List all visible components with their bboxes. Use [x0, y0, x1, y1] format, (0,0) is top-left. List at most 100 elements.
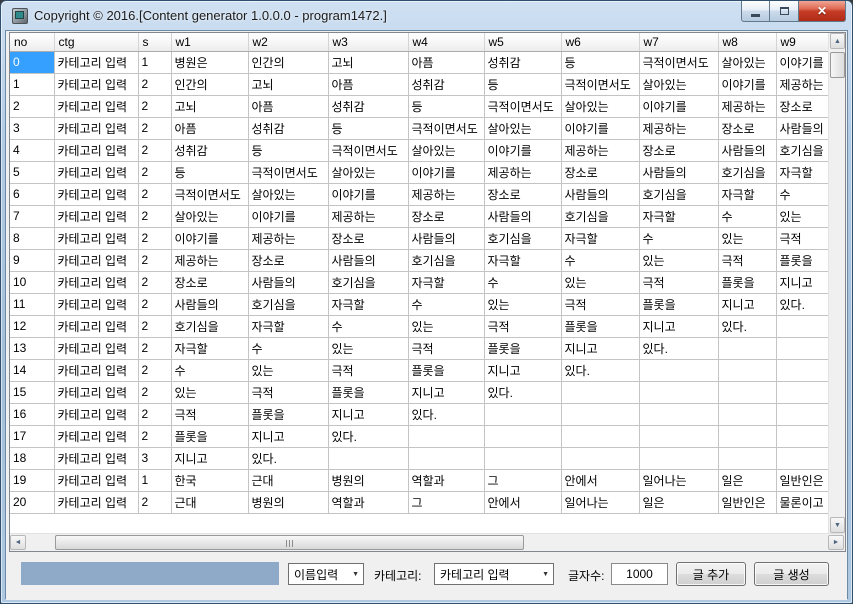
grid-cell[interactable]: 제공하는 — [248, 227, 328, 249]
grid-cell[interactable]: 카테고리 입력 — [54, 469, 138, 491]
grid-cell[interactable]: 등 — [328, 117, 408, 139]
grid-cell[interactable] — [484, 425, 561, 447]
grid-cell[interactable] — [408, 447, 484, 469]
grid-cell[interactable] — [408, 425, 484, 447]
row-index-cell[interactable]: 5 — [10, 161, 54, 183]
grid-cell[interactable]: 플롯을 — [639, 293, 718, 315]
grid-cell[interactable]: 사람들의 — [171, 293, 248, 315]
column-header-w6[interactable]: w6 — [561, 33, 639, 51]
grid-cell[interactable]: 사람들의 — [718, 139, 776, 161]
grid-cell[interactable]: 플롯을 — [561, 315, 639, 337]
row-index-cell[interactable]: 20 — [10, 491, 54, 513]
grid-cell[interactable] — [639, 381, 718, 403]
grid-cell[interactable]: 일반인은 — [776, 469, 828, 491]
grid-cell[interactable]: 제공하는 — [561, 139, 639, 161]
category-combo[interactable]: 카테고리 입력 ▼ — [434, 563, 554, 585]
grid-cell[interactable]: 1 — [138, 469, 171, 491]
grid-cell[interactable]: 있는 — [776, 205, 828, 227]
grid-cell[interactable] — [718, 381, 776, 403]
grid-cell[interactable]: 호기심을 — [408, 249, 484, 271]
grid-cell[interactable]: 인간의 — [248, 51, 328, 73]
grid-cell[interactable]: 극적이면서도 — [408, 117, 484, 139]
grid-cell[interactable]: 등 — [484, 73, 561, 95]
grid-cell[interactable]: 플롯을 — [718, 271, 776, 293]
grid-cell[interactable]: 살아있는 — [561, 95, 639, 117]
grid-cell[interactable]: 호기심을 — [718, 161, 776, 183]
grid-cell[interactable]: 극적 — [561, 293, 639, 315]
grid-cell[interactable]: 고뇌 — [328, 51, 408, 73]
column-header-w9[interactable]: w9 — [776, 33, 828, 51]
grid-cell[interactable]: 병원의 — [328, 469, 408, 491]
grid-cell[interactable]: 카테고리 입력 — [54, 161, 138, 183]
grid-cell[interactable]: 플롯을 — [248, 403, 328, 425]
row-index-cell[interactable]: 11 — [10, 293, 54, 315]
grid-cell[interactable]: 등 — [408, 95, 484, 117]
grid-cell[interactable] — [639, 359, 718, 381]
grid-cell[interactable]: 극적 — [408, 337, 484, 359]
grid-cell[interactable]: 사람들의 — [776, 117, 828, 139]
grid-cell[interactable]: 2 — [138, 227, 171, 249]
grid-cell[interactable]: 이야기를 — [639, 95, 718, 117]
row-index-cell[interactable]: 9 — [10, 249, 54, 271]
grid-cell[interactable]: 사람들의 — [639, 161, 718, 183]
grid-cell[interactable]: 호기심을 — [171, 315, 248, 337]
column-header-w3[interactable]: w3 — [328, 33, 408, 51]
grid-cell[interactable]: 일어나는 — [639, 469, 718, 491]
grid-cell[interactable]: 극적이면서도 — [639, 51, 718, 73]
column-header-w4[interactable]: w4 — [408, 33, 484, 51]
grid-cell[interactable]: 이야기를 — [248, 205, 328, 227]
horizontal-scrollbar[interactable]: ◄ ► — [10, 533, 845, 551]
grid-cell[interactable]: 있는 — [561, 271, 639, 293]
grid-cell[interactable]: 자극할 — [718, 183, 776, 205]
grid-cell[interactable]: 자극할 — [328, 293, 408, 315]
maximize-button[interactable] — [770, 1, 799, 22]
grid-cell[interactable]: 카테고리 입력 — [54, 95, 138, 117]
grid-cell[interactable]: 인간의 — [171, 73, 248, 95]
grid-cell[interactable]: 병원은 — [171, 51, 248, 73]
grid-cell[interactable]: 지니고 — [484, 359, 561, 381]
grid-cell[interactable]: 수 — [408, 293, 484, 315]
grid-cell[interactable]: 장소로 — [484, 183, 561, 205]
grid-cell[interactable]: 극적이면서도 — [248, 161, 328, 183]
grid-cell[interactable]: 등 — [561, 51, 639, 73]
grid-cell[interactable]: 성취감 — [248, 117, 328, 139]
grid-cell[interactable]: 제공하는 — [171, 249, 248, 271]
grid-cell[interactable]: 극적 — [639, 271, 718, 293]
grid-cell[interactable]: 성취감 — [328, 95, 408, 117]
grid-cell[interactable]: 지니고 — [718, 293, 776, 315]
grid-cell[interactable]: 3 — [138, 447, 171, 469]
grid-cell[interactable]: 이야기를 — [718, 73, 776, 95]
grid-cell[interactable]: 2 — [138, 359, 171, 381]
grid-cell[interactable]: 제공하는 — [484, 161, 561, 183]
grid-cell[interactable]: 2 — [138, 95, 171, 117]
grid-cell[interactable]: 플롯을 — [408, 359, 484, 381]
horizontal-scroll-thumb[interactable] — [55, 535, 524, 550]
column-header-w1[interactable]: w1 — [171, 33, 248, 51]
grid-cell[interactable]: 극적이면서도 — [171, 183, 248, 205]
grid-cell[interactable]: 플롯을 — [328, 381, 408, 403]
grid-cell[interactable]: 카테고리 입력 — [54, 205, 138, 227]
row-index-cell[interactable]: 3 — [10, 117, 54, 139]
grid-cell[interactable]: 성취감 — [408, 73, 484, 95]
grid-cell[interactable]: 2 — [138, 139, 171, 161]
grid-cell[interactable]: 카테고리 입력 — [54, 491, 138, 513]
grid-cell[interactable]: 이야기를 — [484, 139, 561, 161]
grid-cell[interactable]: 살아있는 — [718, 51, 776, 73]
row-index-cell[interactable]: 13 — [10, 337, 54, 359]
grid-cell[interactable] — [776, 315, 828, 337]
grid-cell[interactable]: 호기심을 — [561, 205, 639, 227]
grid-cell[interactable]: 살아있는 — [639, 73, 718, 95]
grid-cell[interactable]: 카테고리 입력 — [54, 315, 138, 337]
grid-cell[interactable]: 2 — [138, 117, 171, 139]
scroll-left-button[interactable]: ◄ — [10, 535, 26, 550]
grid-cell[interactable]: 물론이고 — [776, 491, 828, 513]
name-combo[interactable]: 이름입력 ▼ — [288, 563, 364, 585]
grid-cell[interactable]: 살아있는 — [328, 161, 408, 183]
grid-cell[interactable]: 자극할 — [171, 337, 248, 359]
grid-cell[interactable] — [718, 403, 776, 425]
column-header-w5[interactable]: w5 — [484, 33, 561, 51]
grid-cell[interactable]: 있는 — [484, 293, 561, 315]
grid-cell[interactable]: 장소로 — [248, 249, 328, 271]
grid-cell[interactable]: 수 — [328, 315, 408, 337]
grid-cell[interactable]: 이야기를 — [561, 117, 639, 139]
